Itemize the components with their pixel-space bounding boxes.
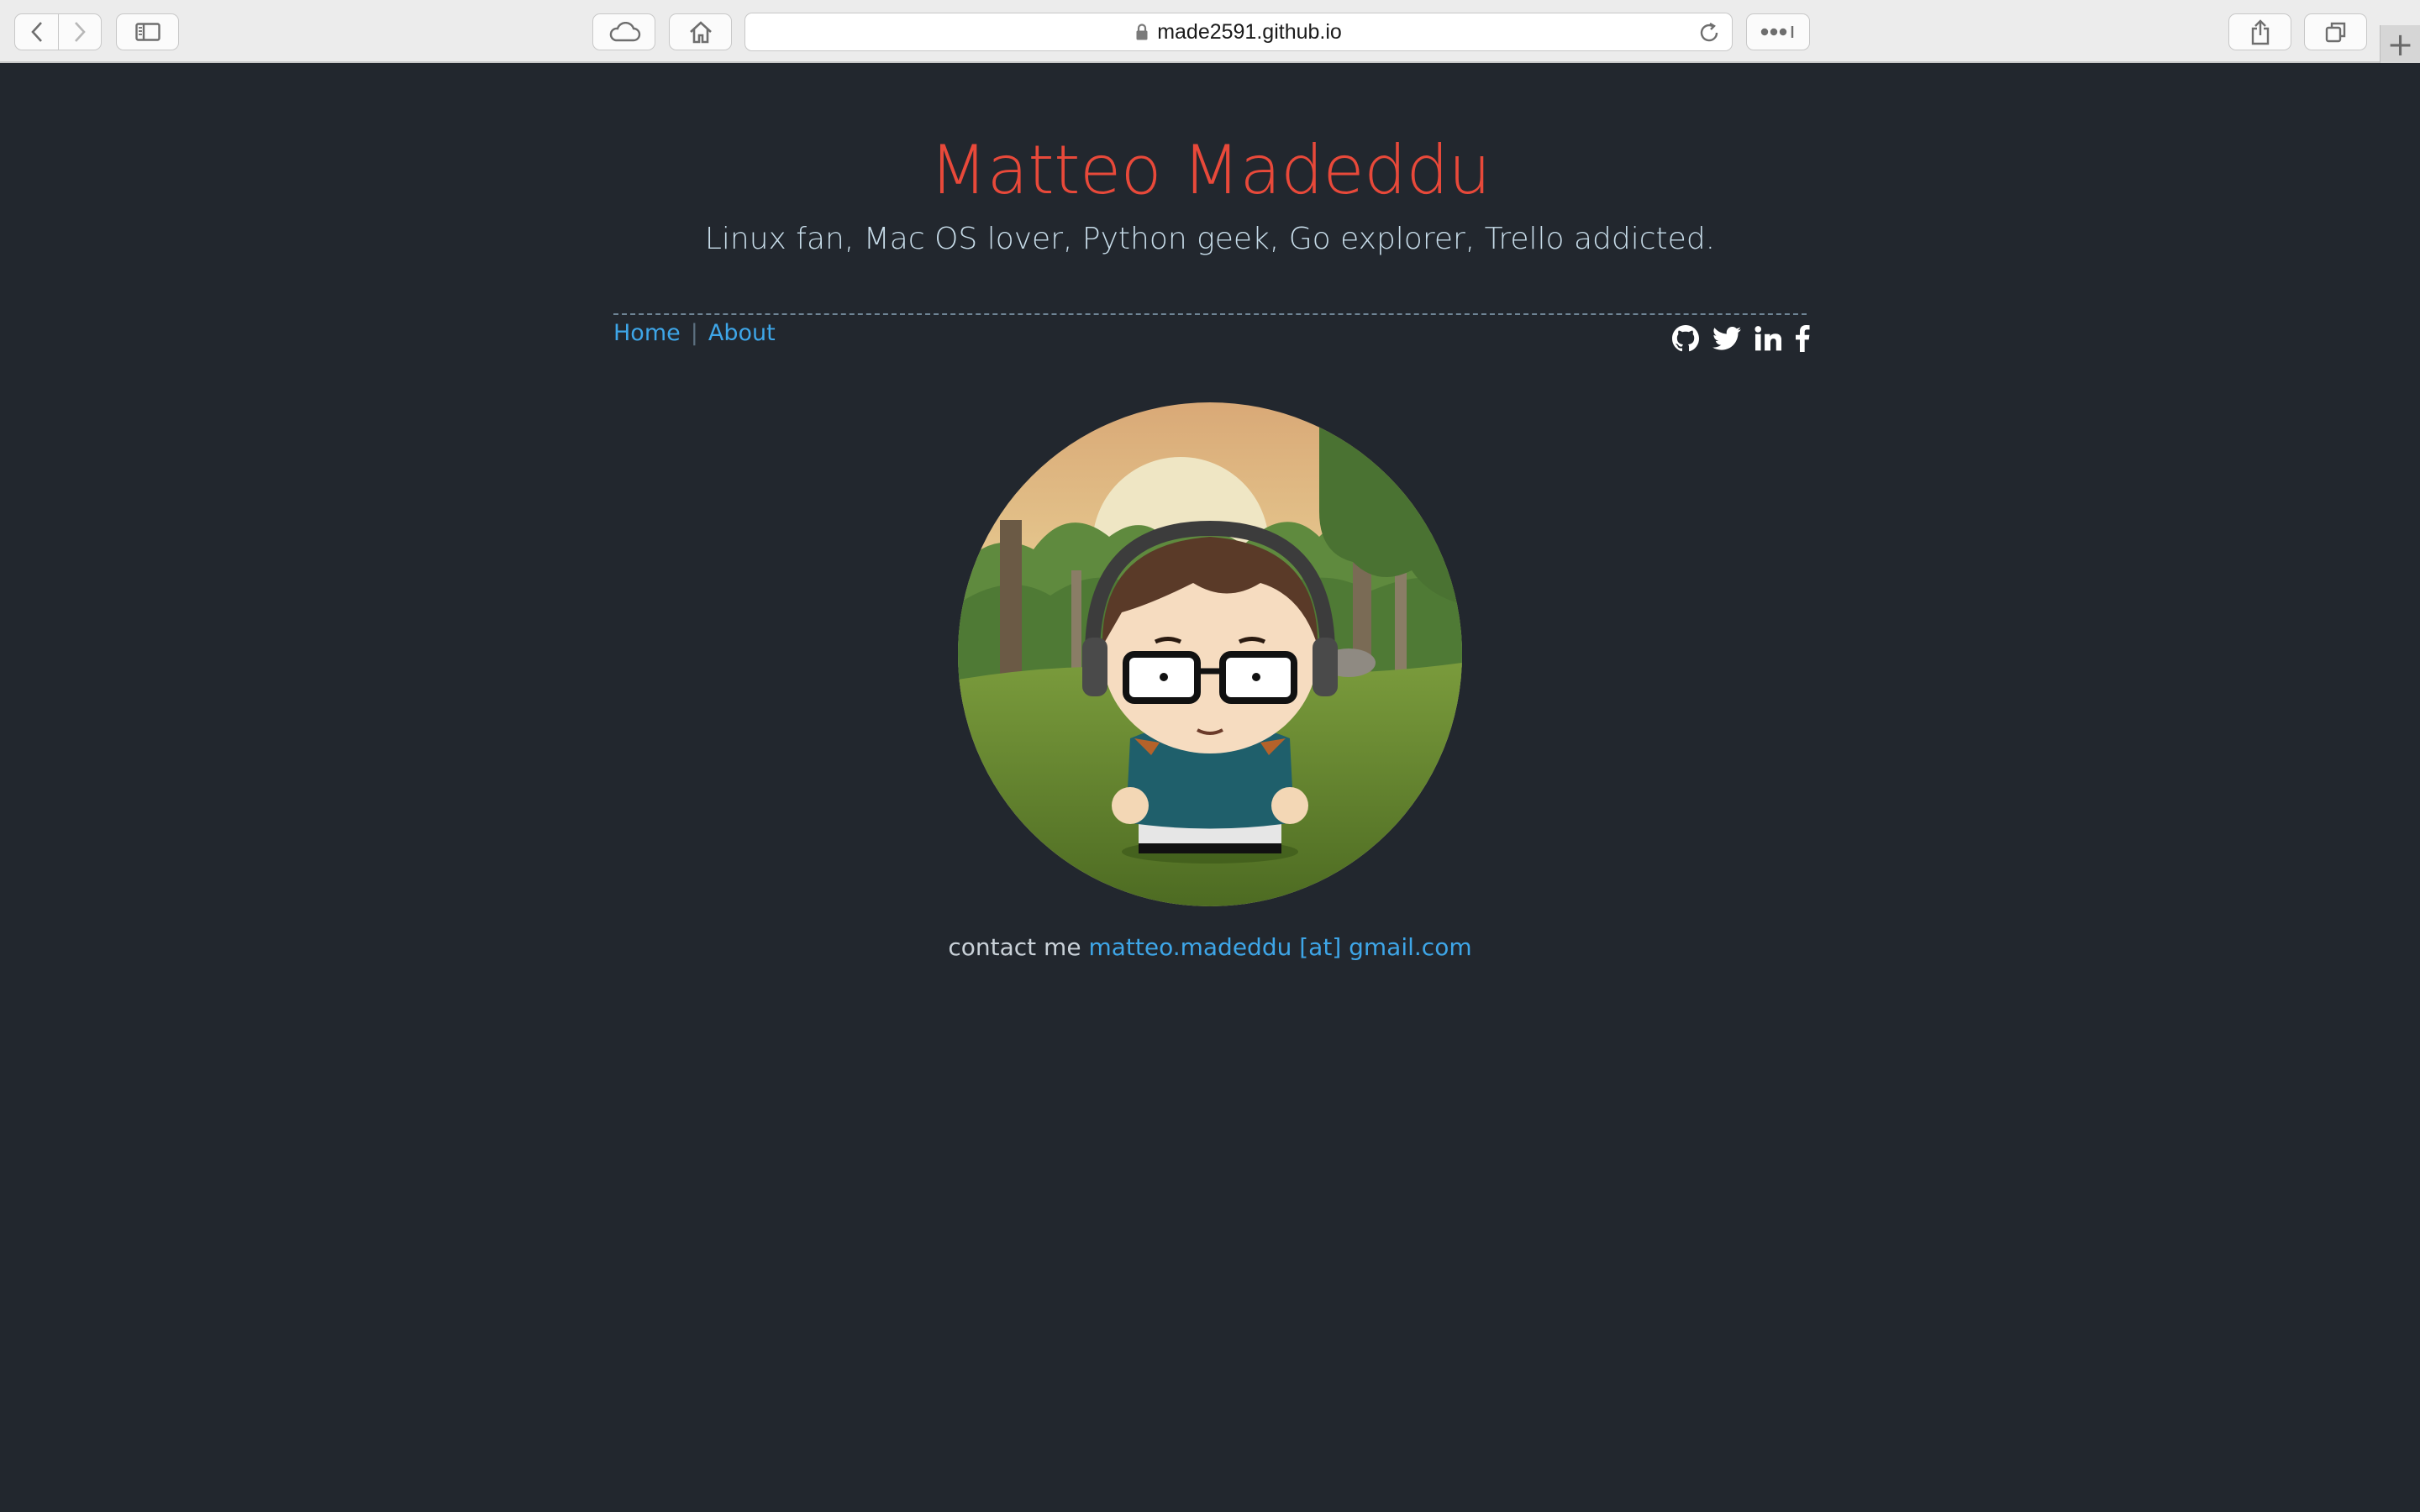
social-links <box>1672 325 1810 352</box>
lock-icon <box>1136 24 1148 40</box>
forward-button[interactable] <box>58 13 102 50</box>
address-bar[interactable]: made2591.github.io <box>744 13 1733 51</box>
contact-email-link[interactable]: matteo.madeddu [at] gmail.com <box>1088 933 1471 961</box>
site-title: Matteo Madeddu <box>929 131 1491 209</box>
facebook-icon[interactable] <box>1795 325 1810 352</box>
main-nav: Home | About <box>613 320 776 346</box>
page-content: Matteo Madeddu Linux fan, Mac OS lover, … <box>0 63 2420 1512</box>
avatar <box>958 402 1462 906</box>
sidebar-toggle-button[interactable] <box>116 13 179 50</box>
github-icon[interactable] <box>1672 325 1699 352</box>
more-dots-icon <box>1760 26 1794 38</box>
avatar-illustration <box>958 402 1462 906</box>
linkedin-icon[interactable] <box>1754 326 1781 351</box>
chevron-right-icon <box>75 22 86 42</box>
home-icon <box>689 21 712 44</box>
reload-icon[interactable] <box>1698 22 1720 44</box>
nav-link-about[interactable]: About <box>708 320 776 346</box>
sidebar-icon <box>134 23 160 41</box>
twitter-icon[interactable] <box>1712 326 1741 351</box>
chevron-left-icon <box>30 22 42 42</box>
share-button[interactable] <box>2228 13 2291 50</box>
show-all-tabs-button[interactable] <box>2304 13 2367 50</box>
home-button[interactable] <box>669 13 732 50</box>
nav-separator: | <box>690 320 698 346</box>
tabs-overview-icon <box>2325 22 2345 43</box>
browser-toolbar: made2591.github.io + <box>0 0 2420 63</box>
contact-prefix: contact me <box>948 933 1081 961</box>
cloud-icon <box>609 22 640 42</box>
nav-divider <box>613 313 1807 315</box>
site-tagline: Linux fan, Mac OS lover, Python geek, Go… <box>704 222 1716 256</box>
new-tab-button[interactable]: + <box>2380 25 2420 63</box>
share-icon <box>2251 19 2269 45</box>
back-button[interactable] <box>14 13 59 50</box>
icloud-tabs-button[interactable] <box>592 13 655 50</box>
url-text: made2591.github.io <box>1157 19 1342 44</box>
contact-line: contact me matteo.madeddu [at] gmail.com <box>0 933 2420 961</box>
nav-link-home[interactable]: Home <box>613 320 681 346</box>
extensions-button[interactable] <box>1746 13 1810 50</box>
